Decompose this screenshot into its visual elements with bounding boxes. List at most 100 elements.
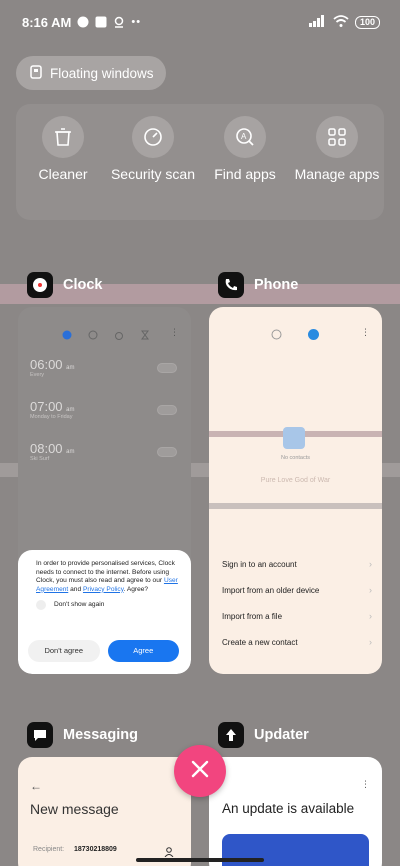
svg-text:A: A bbox=[241, 132, 247, 141]
status-bar: 8:16 AM •• 100 bbox=[0, 0, 400, 44]
alarm-time: 08:00 bbox=[30, 441, 63, 456]
floating-windows-label: Floating windows bbox=[50, 65, 154, 81]
home-indicator[interactable] bbox=[136, 858, 264, 862]
alarm-time: 06:00 bbox=[30, 357, 63, 372]
tool-label: Cleaner bbox=[38, 166, 88, 182]
alarm-item[interactable]: 07:00 am Monday to Friday bbox=[30, 399, 75, 420]
more-icon[interactable]: ⋮ bbox=[361, 327, 370, 338]
consent-and: and bbox=[70, 585, 82, 593]
recipient-field[interactable]: 18730218809 bbox=[74, 846, 117, 853]
battery-indicator: 100 bbox=[354, 15, 380, 29]
shield-check-icon bbox=[132, 116, 174, 158]
wifi-icon bbox=[333, 14, 349, 30]
background-band bbox=[209, 503, 382, 509]
clock-app-icon bbox=[27, 272, 53, 298]
chevron-right-icon: › bbox=[369, 585, 372, 595]
alarm-days: Every bbox=[30, 372, 45, 378]
messaging-app-icon bbox=[27, 722, 53, 748]
messaging-card-header: Messaging bbox=[27, 722, 138, 748]
list-item[interactable]: Sign in to an account › bbox=[222, 551, 372, 577]
clock-tabs bbox=[62, 327, 150, 345]
stopwatch-icon bbox=[114, 327, 124, 345]
world-clock-icon bbox=[88, 327, 98, 345]
new-message-heading: New message bbox=[30, 801, 119, 817]
clock-title: Clock bbox=[63, 277, 103, 293]
tool-label: Manage apps bbox=[294, 166, 380, 182]
close-all-button[interactable] bbox=[174, 745, 226, 797]
alarm-toggle[interactable] bbox=[157, 363, 177, 373]
updater-recent-card[interactable]: ⋮ An update is available bbox=[209, 757, 382, 866]
alarm-item[interactable]: 08:00 am Ski Surf bbox=[30, 441, 75, 462]
phone-title: Phone bbox=[254, 277, 299, 293]
phone-app-icon bbox=[218, 272, 244, 298]
status-time: 8:16 AM bbox=[22, 14, 72, 30]
dont-agree-button[interactable]: Don't agree bbox=[28, 640, 100, 662]
alarm-toggle[interactable] bbox=[157, 405, 177, 415]
find-apps-icon: A bbox=[224, 116, 266, 158]
security-scan-tool[interactable]: Security scan bbox=[108, 116, 198, 183]
find-apps-tool[interactable]: A Find apps bbox=[200, 116, 290, 183]
clock-recent-card[interactable]: ⋮ 06:00 am Every 07:00 am Monday to Frid… bbox=[18, 307, 191, 674]
dont-show-again-checkbox[interactable]: Don't show again bbox=[36, 600, 181, 611]
list-item[interactable]: Create a new contact › bbox=[222, 629, 372, 655]
contact-avatar-placeholder bbox=[283, 427, 305, 449]
list-item[interactable]: Import from an older device › bbox=[222, 577, 372, 603]
signal-icon bbox=[308, 14, 327, 30]
grid-icon bbox=[316, 116, 358, 158]
back-arrow-icon[interactable]: ← bbox=[30, 779, 42, 793]
consent-dialog: In order to provide personalised service… bbox=[18, 550, 191, 674]
location-icon bbox=[113, 16, 125, 28]
privacy-policy-link[interactable]: Privacy Policy bbox=[83, 586, 124, 593]
alarm-toggle[interactable] bbox=[157, 447, 177, 457]
checkbox-label: Don't show again bbox=[54, 601, 105, 609]
more-icon[interactable]: ⋮ bbox=[361, 779, 370, 790]
clock-card-header: Clock bbox=[27, 272, 103, 298]
phone-options-list: Sign in to an account › Import from an ol… bbox=[222, 551, 372, 655]
dialog-buttons: Don't agree Agree bbox=[28, 640, 179, 662]
messaging-recent-card[interactable]: ← New message Recipient: 18730218809 bbox=[18, 757, 191, 866]
app-notification-icon bbox=[95, 16, 107, 28]
manage-apps-tool[interactable]: Manage apps bbox=[292, 116, 382, 183]
chevron-right-icon: › bbox=[369, 637, 372, 647]
list-item-label: Import from an older device bbox=[222, 585, 320, 595]
list-item-label: Sign in to an account bbox=[222, 559, 297, 569]
notification-icon bbox=[77, 16, 89, 28]
alarm-item[interactable]: 06:00 am Every bbox=[30, 357, 75, 378]
floating-window-icon bbox=[30, 64, 42, 82]
close-icon bbox=[191, 760, 209, 783]
alarm-days: Ski Surf bbox=[30, 456, 50, 462]
no-contacts-text: No contacts bbox=[280, 455, 311, 461]
updater-title: Updater bbox=[254, 727, 309, 743]
chevron-right-icon: › bbox=[369, 559, 372, 569]
tool-label: Security scan bbox=[110, 166, 196, 182]
tool-label: Find apps bbox=[214, 166, 276, 182]
timer-icon bbox=[140, 327, 150, 345]
updater-app-icon bbox=[218, 722, 244, 748]
phone-recent-card[interactable]: ⋮ No contacts Pure Love God of War Sign … bbox=[209, 307, 382, 674]
alarm-ampm: am bbox=[66, 449, 75, 455]
alarm-time: 07:00 bbox=[30, 399, 63, 414]
consent-text: In order to provide personalised service… bbox=[36, 560, 181, 594]
alarm-icon bbox=[62, 327, 72, 345]
background-text: Pure Love God of War bbox=[260, 477, 331, 484]
consent-body: In order to provide personalised service… bbox=[36, 560, 175, 585]
cleaner-tool[interactable]: Cleaner bbox=[18, 116, 108, 183]
floating-windows-button[interactable]: Floating windows bbox=[16, 56, 166, 90]
phone-card-header: Phone bbox=[218, 272, 298, 298]
checkbox-circle bbox=[36, 600, 46, 611]
updater-card-header: Updater bbox=[218, 722, 309, 748]
agree-button[interactable]: Agree bbox=[107, 640, 179, 662]
quick-tools-panel: Cleaner Security scan A Find apps Manage… bbox=[16, 104, 384, 220]
trash-icon bbox=[42, 116, 84, 158]
alarm-days: Monday to Friday bbox=[30, 414, 73, 420]
more-icon[interactable]: ⋮ bbox=[170, 327, 179, 338]
contacts-icon bbox=[308, 327, 319, 345]
list-item[interactable]: Import from a file › bbox=[222, 603, 372, 629]
alarm-ampm: am bbox=[66, 407, 75, 413]
recents-icon bbox=[271, 327, 282, 345]
messaging-title: Messaging bbox=[63, 727, 138, 743]
consent-question: . Agree? bbox=[123, 585, 149, 593]
update-heading: An update is available bbox=[222, 801, 355, 816]
list-item-label: Create a new contact bbox=[222, 637, 298, 647]
list-item-label: Import from a file bbox=[222, 611, 283, 621]
